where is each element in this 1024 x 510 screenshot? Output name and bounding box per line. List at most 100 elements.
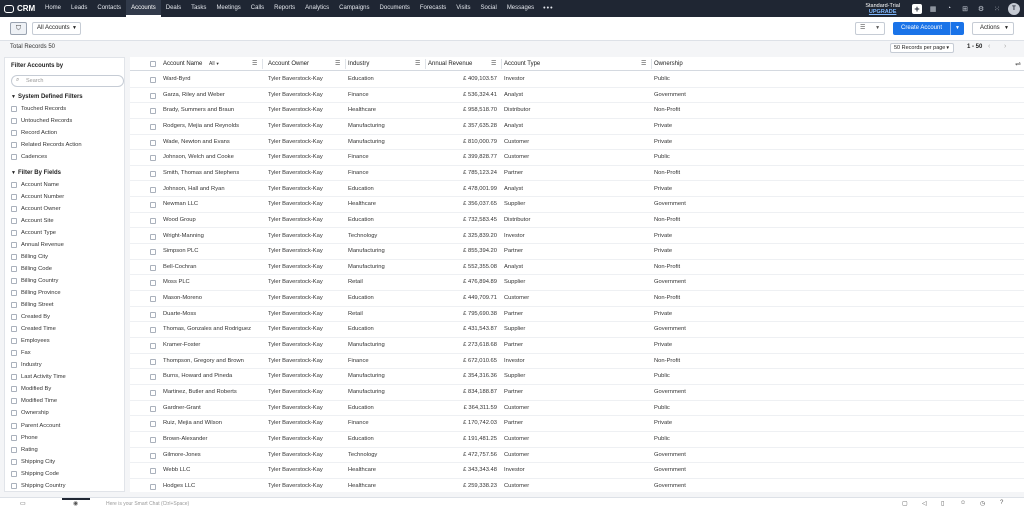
account-name-cell[interactable]: Johnson, Welch and Cooke [163,150,234,166]
filter-toggle-button[interactable]: ⛉ [10,22,27,35]
nav-tab-reports[interactable]: Reports [269,0,300,17]
nav-tab-contacts[interactable]: Contacts [92,0,126,17]
filter-checkbox[interactable] [11,253,17,260]
field-filter-ownership[interactable]: Ownership [11,408,49,419]
filter-checkbox[interactable] [11,422,17,429]
account-name-cell[interactable]: Simpson PLC [163,244,198,260]
table-row[interactable]: Kramer-Foster Tyler Baverstock-Kay Manufac… [130,338,1024,354]
column-separator[interactable] [262,59,263,69]
filter-checkbox[interactable] [11,434,17,441]
field-filter-shipping-country[interactable]: Shipping Country [11,480,65,491]
filter-checkbox[interactable] [11,117,17,124]
filter-checkbox[interactable] [11,229,17,236]
account-name-cell[interactable]: Wright-Manning [163,229,204,245]
row-checkbox[interactable] [150,483,156,490]
nav-more-button[interactable]: ••• [539,0,557,17]
filter-checkbox[interactable] [11,350,17,357]
system-filter-related-records-action[interactable]: Related Records Action [11,139,82,150]
table-row[interactable]: Hodges LLC Tyler Baverstock-Kay Healthcare… [130,479,1024,492]
column-menu-icon[interactable]: ☰ [415,57,420,71]
account-name-cell[interactable]: Smith, Thomas and Stephens [163,166,239,182]
filter-checkbox[interactable] [11,326,17,333]
column-separator[interactable] [501,59,502,69]
row-checkbox[interactable] [150,123,156,130]
account-name-cell[interactable]: Moss PLC [163,275,190,291]
nav-tab-documents[interactable]: Documents [375,0,415,17]
column-header-account-owner[interactable]: Account Owner [268,57,309,71]
nav-tab-home[interactable]: Home [40,0,66,17]
field-filters-section[interactable]: ▼ Filter By Fields [11,170,61,176]
field-filter-created-time[interactable]: Created Time [11,324,56,335]
row-checkbox[interactable] [150,468,156,475]
nav-tab-meetings[interactable]: Meetings [211,0,245,17]
nav-tab-forecasts[interactable]: Forecasts [415,0,451,17]
table-row[interactable]: Newman LLC Tyler Baverstock-Kay Healthcare… [130,197,1024,213]
filter-checkbox[interactable] [11,314,17,321]
filter-checkbox[interactable] [11,374,17,381]
field-filter-account-type[interactable]: Account Type [11,227,56,238]
row-checkbox[interactable] [150,264,156,271]
table-row[interactable]: Wright-Manning Tyler Baverstock-Kay Techno… [130,229,1024,245]
filter-checkbox[interactable] [11,482,17,489]
field-filter-annual-revenue[interactable]: Annual Revenue [11,239,64,250]
quick-create-icon[interactable]: + [912,3,922,14]
column-menu-icon[interactable]: ☰ [641,57,646,71]
notifications-icon[interactable]: ◔ [944,4,954,14]
table-row[interactable]: Moss PLC Tyler Baverstock-Kay Retail £ 476,… [130,275,1024,292]
app-logo[interactable]: CRM [0,4,40,13]
field-filter-account-number[interactable]: Account Number [11,191,64,202]
table-row[interactable]: Johnson, Hall and Ryan Tyler Baverstock-K… [130,182,1024,198]
field-filter-rating[interactable]: Rating [11,444,38,455]
account-name-cell[interactable]: Newman LLC [163,197,198,213]
account-name-cell[interactable]: Brady, Summers and Braun [163,103,234,119]
field-filter-shipping-code[interactable]: Shipping Code [11,468,59,479]
table-row[interactable]: Garza, Riley and Weber Tyler Baverstock-K… [130,88,1024,104]
row-checkbox[interactable] [150,358,156,365]
row-checkbox[interactable] [150,421,156,428]
row-checkbox[interactable] [150,186,156,193]
field-filter-last-activity-time[interactable]: Last Activity Time [11,372,66,383]
announcement-icon[interactable]: ◁ [922,500,927,507]
nav-tab-visits[interactable]: Visits [451,0,475,17]
settings-icon[interactable]: ⚙ [976,4,986,14]
row-checkbox[interactable] [150,92,156,99]
upgrade-link[interactable]: UPGRADE [865,9,900,15]
bookmark-icon[interactable]: ▯ [941,500,944,507]
field-filter-employees[interactable]: Employees [11,336,50,347]
account-name-cell[interactable]: Duarte-Moss [163,307,196,323]
row-checkbox[interactable] [150,390,156,396]
system-filter-untouched-records[interactable]: Untouched Records [11,115,72,126]
filter-checkbox[interactable] [11,458,17,465]
account-name-cell[interactable]: Kramer-Foster [163,338,200,354]
field-filter-modified-by[interactable]: Modified By [11,384,51,395]
table-row[interactable]: Ruiz, Mejia and Wilson Tyler Baverstock-K… [130,416,1024,432]
row-checkbox[interactable] [150,108,156,115]
next-page-icon[interactable]: › [1004,43,1006,50]
nav-tab-messages[interactable]: Messages [502,0,539,17]
table-row[interactable]: Burns, Howard and Pineda Tyler Baverstock… [130,369,1024,385]
row-checkbox[interactable] [150,217,156,224]
create-account-button[interactable]: Create Account ▼ [893,22,964,35]
user-avatar[interactable]: T [1008,2,1020,15]
account-name-cell[interactable]: Gilmore-Jones [163,448,201,464]
table-row[interactable]: Wood Group Tyler Baverstock-Kay Education £… [130,213,1024,229]
apps-grid-icon[interactable]: ⁙ [992,4,1002,14]
field-filter-billing-code[interactable]: Billing Code [11,263,52,274]
filter-checkbox[interactable] [11,193,17,200]
row-checkbox[interactable] [150,436,156,443]
system-filter-touched-records[interactable]: Touched Records [11,103,66,114]
row-checkbox[interactable] [150,296,156,303]
help-icon[interactable]: ? [1000,500,1003,506]
nav-tab-deals[interactable]: Deals [161,0,186,17]
field-filter-fax[interactable]: Fax [11,348,31,359]
column-separator[interactable] [345,59,346,69]
filter-checkbox[interactable] [11,265,17,272]
account-name-cell[interactable]: Johnson, Hall and Ryan [163,182,225,198]
column-menu-icon[interactable]: ☰ [491,57,496,71]
field-filter-modified-time[interactable]: Modified Time [11,396,57,407]
field-filter-billing-country[interactable]: Billing Country [11,275,58,286]
column-separator[interactable] [651,59,652,69]
account-name-cell[interactable]: Hodges LLC [163,479,195,492]
prev-page-icon[interactable]: ‹ [988,43,990,50]
filter-checkbox[interactable] [11,289,17,296]
